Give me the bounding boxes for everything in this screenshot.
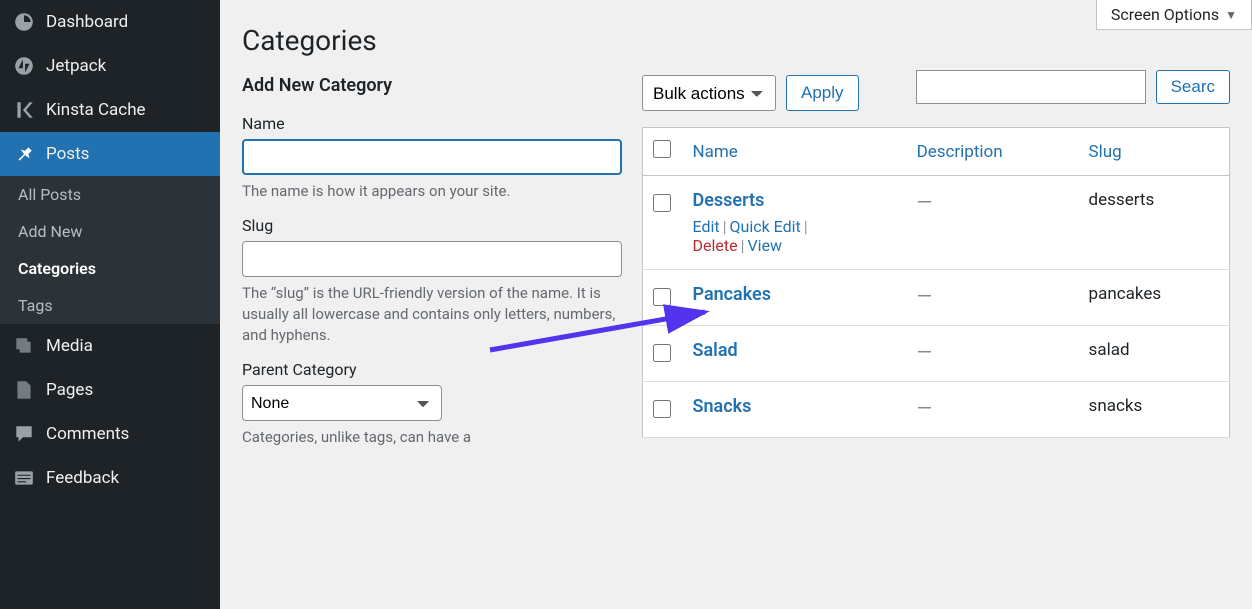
slug-cell: salad [1079,326,1230,382]
sidebar-label: Media [46,336,93,356]
table-row: Snacks — snacks [643,382,1230,438]
page-title: Categories [242,0,1230,75]
bulk-action-select[interactable]: Bulk actions [642,75,776,111]
screen-options-button[interactable]: Screen Options ▼ [1096,0,1252,30]
quick-edit-link[interactable]: Quick Edit [730,217,801,236]
parent-help: Categories, unlike tags, can have a [242,427,622,448]
sidebar-label: Kinsta Cache [46,100,146,120]
description-cell: — [917,190,933,214]
sidebar-label: Comments [46,424,129,444]
name-input[interactable] [242,139,622,175]
category-name-link[interactable]: Desserts [693,190,765,211]
screen-options-label: Screen Options [1111,5,1219,24]
feedback-icon [12,466,36,490]
table-row: Pancakes — pancakes [643,270,1230,326]
parent-select[interactable]: None [242,385,442,421]
slug-cell: desserts [1079,176,1230,270]
sidebar-sub-add-new[interactable]: Add New [0,213,220,250]
sidebar-item-jetpack[interactable]: Jetpack [0,44,220,88]
row-checkbox[interactable] [653,194,671,212]
sidebar-item-dashboard[interactable]: Dashboard [0,0,220,44]
slug-help: The “slug” is the URL-friendly version o… [242,283,622,346]
sidebar-item-kinsta[interactable]: Kinsta Cache [0,88,220,132]
dashboard-icon [12,10,36,34]
categories-table: Name Description Slug Desserts Edit|Quick… [642,127,1230,438]
jetpack-icon [12,54,36,78]
col-slug[interactable]: Slug [1079,128,1230,176]
sidebar-label: Feedback [46,468,119,488]
pages-icon [12,378,36,402]
apply-button[interactable]: Apply [786,75,859,111]
search-button[interactable]: Searc [1156,70,1230,104]
kinsta-icon [12,98,36,122]
select-all-checkbox[interactable] [653,140,671,158]
sidebar-label: Jetpack [46,56,106,76]
category-list: Bulk actions Apply Name Description Slug… [642,75,1230,438]
row-checkbox[interactable] [653,344,671,362]
sidebar-item-pages[interactable]: Pages [0,368,220,412]
media-icon [12,334,36,358]
sidebar-item-media[interactable]: Media [0,324,220,368]
table-row: Desserts Edit|Quick Edit|Delete|View — dess… [643,176,1230,270]
view-link[interactable]: View [747,236,782,255]
delete-link[interactable]: Delete [693,236,738,255]
description-cell: — [917,340,933,364]
col-description[interactable]: Description [907,128,1079,176]
content-area: Screen Options ▼ Categories Searc Add Ne… [220,0,1252,609]
col-name[interactable]: Name [683,128,907,176]
sidebar-label: Posts [46,144,89,164]
sidebar-item-comments[interactable]: Comments [0,412,220,456]
sidebar-submenu-posts: All Posts Add New Categories Tags [0,176,220,324]
category-name-link[interactable]: Pancakes [693,284,772,305]
slug-label: Slug [242,216,622,235]
slug-cell: pancakes [1079,270,1230,326]
sidebar-sub-all-posts[interactable]: All Posts [0,176,220,213]
search-input[interactable] [916,70,1146,104]
row-checkbox[interactable] [653,288,671,306]
table-row: Salad — salad [643,326,1230,382]
add-category-form: Add New Category Name The name is how it… [242,75,622,448]
comments-icon [12,422,36,446]
slug-cell: snacks [1079,382,1230,438]
description-cell: — [917,284,933,308]
name-label: Name [242,114,622,133]
admin-sidebar: Dashboard Jetpack Kinsta Cache Posts All… [0,0,220,609]
form-heading: Add New Category [242,75,622,96]
description-cell: — [917,396,933,420]
sidebar-item-feedback[interactable]: Feedback [0,456,220,500]
sidebar-label: Pages [46,380,93,400]
row-checkbox[interactable] [653,400,671,418]
name-help: The name is how it appears on your site. [242,181,622,202]
sidebar-label: Dashboard [46,12,128,32]
chevron-down-icon: ▼ [1225,8,1237,22]
row-actions: Edit|Quick Edit|Delete|View [693,217,897,255]
sidebar-sub-categories[interactable]: Categories [0,250,220,287]
sidebar-item-posts[interactable]: Posts [0,132,220,176]
parent-label: Parent Category [242,360,622,379]
sidebar-sub-tags[interactable]: Tags [0,287,220,324]
pin-icon [12,142,36,166]
category-name-link[interactable]: Snacks [693,396,752,417]
edit-link[interactable]: Edit [693,217,720,236]
category-name-link[interactable]: Salad [693,340,738,361]
search-row: Searc [916,70,1230,104]
slug-input[interactable] [242,241,622,277]
